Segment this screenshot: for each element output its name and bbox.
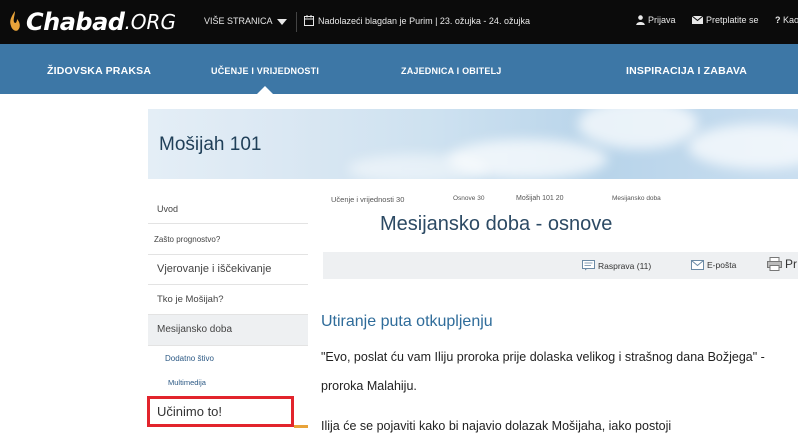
main-navigation: ŽIDOVSKA PRAKSA UČENJE I VRIJEDNOSTI ZAJ… — [0, 44, 798, 94]
print-button[interactable]: Pr — [767, 257, 797, 271]
chevron-down-icon[interactable] — [277, 19, 287, 25]
site-logo[interactable]: Chabad .ORG — [8, 6, 176, 38]
article-title: Mesijansko doba - osnove — [380, 213, 613, 235]
sidebar-item-who-is-moshiach[interactable]: Tko je Mošijah? — [148, 285, 308, 315]
breadcrumb-learning[interactable]: Učenje i vrijednosti 30 — [331, 195, 404, 204]
discussion-label: Rasprava (11) — [598, 260, 652, 271]
accent-line — [294, 425, 308, 428]
sidebar-item-label: Vjerovanje i iščekivanje — [157, 263, 272, 275]
user-icon — [636, 15, 645, 25]
article-toolbar: Rasprava (11) E-pošta Pr — [323, 252, 798, 279]
banner-title: Mošijah 101 — [159, 134, 262, 155]
print-label: Pr — [785, 257, 797, 271]
sidebar-item-label: Zašto prognostvo? — [154, 235, 221, 244]
nav-item-inspiration-entertainment[interactable]: INSPIRACIJA I ZABAVA — [626, 65, 747, 77]
sidebar-subitem-multimedia[interactable]: Multimedija — [168, 378, 206, 387]
divider — [296, 12, 297, 32]
nav-item-learning-values[interactable]: UČENJE I VRIJEDNOSTI — [211, 66, 319, 76]
envelope-icon — [692, 16, 703, 24]
login-link[interactable]: Prijava — [636, 15, 676, 25]
logo-suffix: .ORG — [124, 10, 176, 34]
top-bar: Chabad .ORG VIŠE STRANICA Nadolazeći bla… — [0, 0, 798, 44]
sidebar-item-label: Tko je Mošijah? — [157, 294, 224, 305]
nav-item-community-family[interactable]: ZAJEDNICA I OBITELJ — [401, 66, 501, 76]
active-nav-indicator — [257, 86, 273, 94]
section-banner: Mošijah 101 — [148, 109, 798, 179]
holiday-text: Nadolazeći blagdan je Purim | 23. ožujka… — [318, 15, 530, 26]
breadcrumb-moshiach[interactable]: Mošijah 101 20 — [516, 195, 563, 202]
sidebar-item-belief[interactable]: Vjerovanje i iščekivanje — [148, 255, 308, 285]
paragraph-line: "Evo, poslat ću vam Iliju proroka prije … — [321, 350, 765, 364]
highlight-box — [147, 396, 294, 427]
help-label: Kao — [783, 15, 798, 25]
calendar-icon — [304, 15, 314, 26]
help-link[interactable]: ? Kao — [775, 15, 798, 25]
paragraph-line: proroka Malahiju. — [321, 379, 417, 393]
section-heading: Utiranje puta otkupljenju — [321, 313, 493, 330]
more-pages-menu[interactable]: VIŠE STRANICA — [204, 16, 273, 26]
help-icon: ? — [775, 15, 783, 25]
holiday-notice[interactable]: Nadolazeći blagdan je Purim | 23. ožujka… — [304, 15, 530, 26]
logo-text: Chabad — [26, 8, 125, 36]
sidebar-item-why-exile[interactable]: Zašto prognostvo? — [148, 224, 308, 255]
printer-icon — [767, 257, 782, 271]
email-label: E-pošta — [707, 260, 737, 270]
comment-icon — [582, 260, 595, 271]
envelope-icon — [691, 260, 704, 270]
sidebar-item-label: Mesijansko doba — [157, 324, 233, 335]
sidebar-subitem-further-reading[interactable]: Dodatno štivo — [165, 354, 214, 363]
paragraph-line: Ilija će se pojaviti kako bi najavio dol… — [321, 419, 672, 433]
breadcrumb-basics[interactable]: Osnove 30 — [453, 195, 484, 202]
sidebar-item-intro[interactable]: Uvod — [148, 194, 308, 224]
email-button[interactable]: E-pošta — [691, 260, 736, 270]
subscribe-label: Pretplatite se — [706, 15, 759, 25]
nav-item-jewish-practice[interactable]: ŽIDOVSKA PRAKSA — [47, 65, 151, 77]
breadcrumb-messianic-era[interactable]: Mesijansko doba — [612, 195, 661, 202]
sidebar-item-label: Uvod — [157, 204, 179, 214]
login-label: Prijava — [648, 15, 676, 25]
discussion-button[interactable]: Rasprava (11) — [582, 260, 651, 271]
subscribe-link[interactable]: Pretplatite se — [692, 15, 759, 25]
sidebar-item-messianic-era[interactable]: Mesijansko doba — [148, 315, 308, 346]
flame-icon — [10, 11, 20, 31]
